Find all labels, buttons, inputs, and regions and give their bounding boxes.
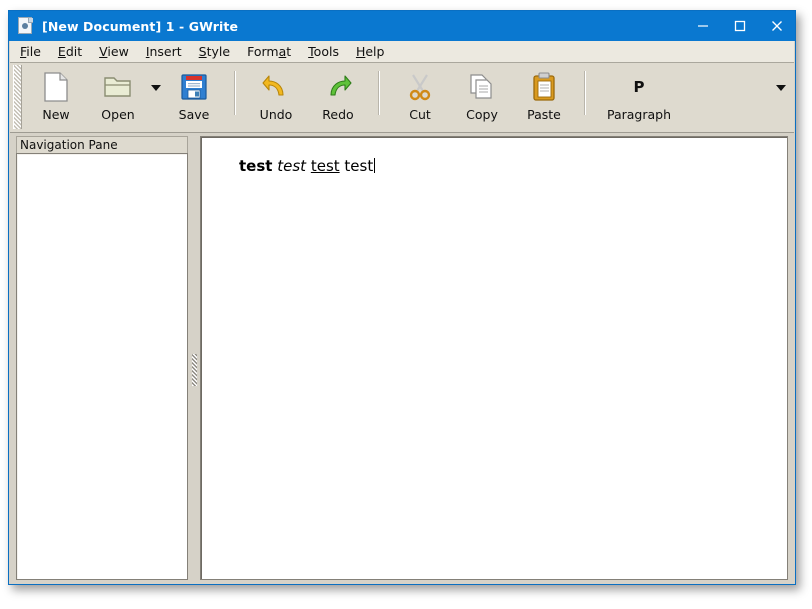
save-floppy-icon [180,70,208,104]
chevron-down-icon [776,85,786,91]
redo-button[interactable]: Redo [307,65,369,127]
maximize-icon [734,20,745,32]
minimize-button[interactable] [684,11,721,41]
maximize-button[interactable] [721,11,758,41]
document-text-line: test test test test [239,157,787,175]
copy-button[interactable]: Copy [451,65,513,127]
undo-button[interactable]: Undo [245,65,307,127]
redo-button-label: Redo [322,107,354,122]
toolbar-separator-3 [584,71,586,115]
minimize-icon [697,25,708,27]
menu-item-style[interactable]: Style [199,43,231,59]
navigation-pane-list[interactable] [16,153,188,580]
menu-label-format-post: t [286,43,292,59]
close-button[interactable] [758,11,795,41]
paragraph-p-icon: P [634,70,645,104]
paste-clipboard-icon [531,70,557,104]
scissors-icon [407,70,433,104]
menu-label-style-rest: tyle [206,43,231,59]
menu-label-insert-rest: nsert [149,43,182,59]
splitter-grip[interactable] [192,354,197,386]
menu-item-insert[interactable]: Insert [146,43,182,59]
pane-splitter[interactable] [190,136,200,580]
open-button[interactable]: Open [87,65,149,127]
menu-label-edit-rest: dit [65,43,83,59]
close-icon [771,21,782,31]
navigation-pane: Navigation Pane [16,136,188,580]
open-folder-icon [103,70,133,104]
menu-bar: File Edit View Insert Style Format Tools… [10,41,794,63]
menu-item-view[interactable]: View [99,43,129,59]
application-root: [New Document] 1 - GWrite File Edit View… [0,0,812,609]
menu-item-help[interactable]: Help [356,43,385,59]
toolbar-separator-1 [234,71,236,115]
menu-item-edit[interactable]: Edit [58,43,83,59]
paragraph-button-label: Paragraph [606,107,672,122]
save-button[interactable]: Save [163,65,225,127]
menu-item-tools[interactable]: Tools [308,43,339,59]
cut-button-label: Cut [409,107,431,122]
new-document-icon [43,70,69,104]
undo-button-label: Undo [259,107,293,122]
copy-button-label: Copy [466,107,498,122]
menu-label-file-rest: ile [26,43,41,59]
menu-label-help-rest: elp [365,43,385,59]
document-text-italic: test [277,157,307,175]
title-bar[interactable]: [New Document] 1 - GWrite [9,11,795,41]
menu-item-format[interactable]: Format [247,43,292,59]
chevron-down-icon [151,85,161,91]
copy-pages-icon [468,70,496,104]
redo-arrow-icon [324,70,352,104]
menu-label-tools-rest: ools [313,43,339,59]
cut-button[interactable]: Cut [389,65,451,127]
toolbar-separator-2 [378,71,380,115]
open-button-label: Open [101,107,135,122]
document-icon [18,17,34,35]
document-text-bold: test [239,157,273,175]
menu-label-format-pre: Form [247,43,279,59]
window-title: [New Document] 1 - GWrite [42,18,239,34]
text-cursor [374,158,376,173]
new-button[interactable]: New [25,65,87,127]
paragraph-dropdown-button[interactable] [774,65,788,127]
menu-item-file[interactable]: File [20,43,41,59]
save-button-label: Save [178,107,210,122]
window-controls [684,11,795,41]
toolbar: New Open Save Undo Redo Cut Copy Paste P… [10,63,794,133]
toolbar-drag-grip[interactable] [13,65,22,129]
new-button-label: New [42,107,70,122]
paste-button[interactable]: Paste [513,65,575,127]
gwrite-window: [New Document] 1 - GWrite File Edit View… [8,10,796,585]
main-content: Navigation Pane test test test test [10,133,794,584]
menu-label-view-rest: iew [107,43,129,59]
undo-arrow-icon [262,70,290,104]
paste-button-label: Paste [527,107,561,122]
document-editor[interactable]: test test test test [200,136,788,580]
document-text-plain: test [344,157,374,175]
document-text-underline: test [310,157,340,175]
paragraph-glyph: P [633,78,645,96]
navigation-pane-title: Navigation Pane [16,136,188,153]
open-dropdown-button[interactable] [149,65,163,127]
paragraph-button[interactable]: P Paragraph [595,65,683,127]
